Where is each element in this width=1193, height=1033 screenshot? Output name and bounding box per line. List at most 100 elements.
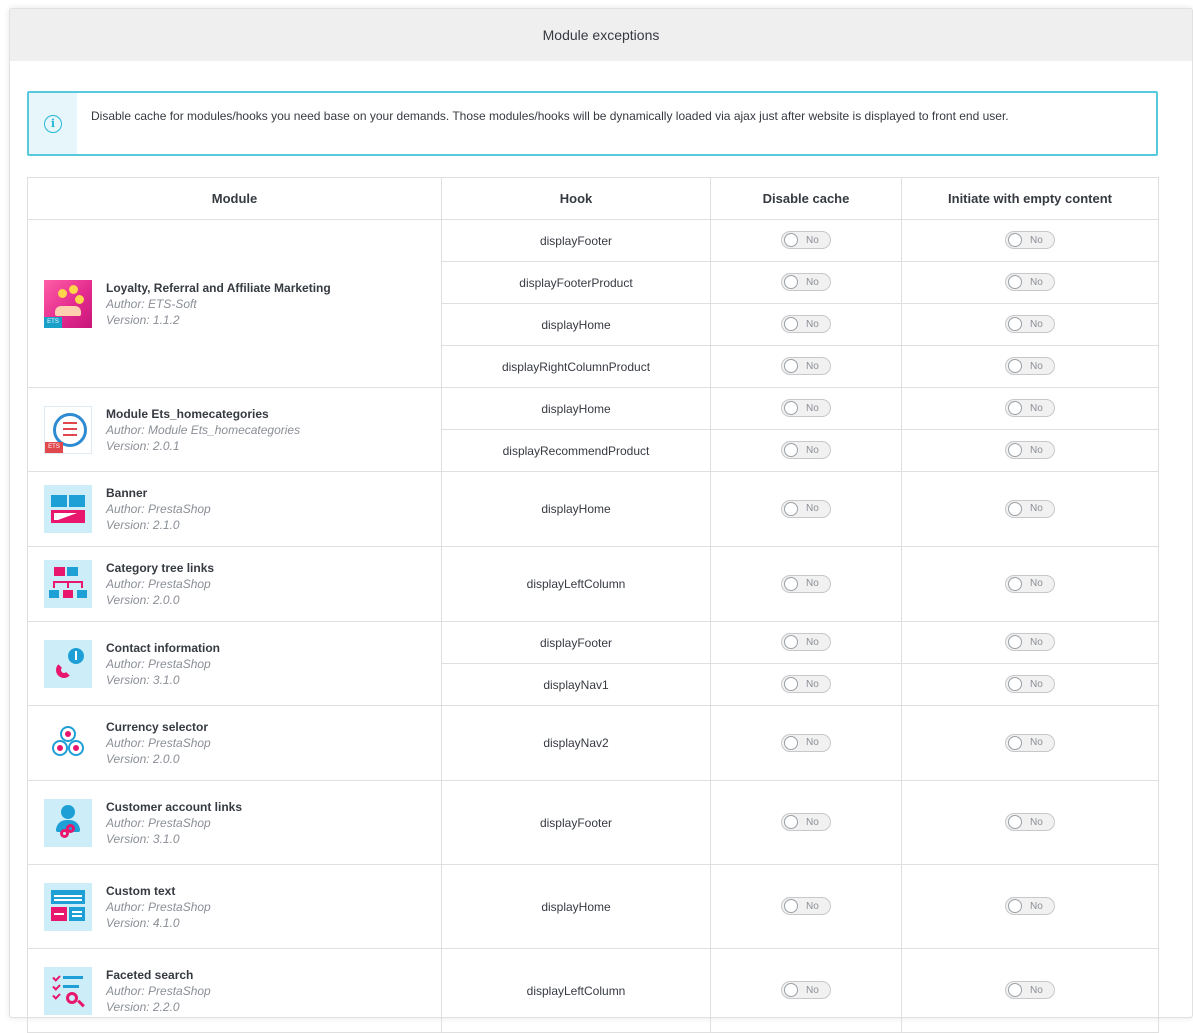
empty-content-toggle[interactable]: No xyxy=(1005,441,1055,459)
module-cell: ETS Loyalty, Referral and Affiliate Marke… xyxy=(27,219,442,388)
module-version: Version: 3.1.0 xyxy=(106,672,180,687)
column-header-disable-cache: Disable cache xyxy=(710,177,902,220)
toggle-label: No xyxy=(1030,900,1043,912)
toggle-knob xyxy=(784,359,798,373)
disable-cache-toggle[interactable]: No xyxy=(781,675,831,693)
hook-name: displayRecommendProduct xyxy=(441,429,711,472)
empty-content-toggle[interactable]: No xyxy=(1005,499,1055,518)
toggle-knob xyxy=(784,815,798,829)
module-name: Loyalty, Referral and Affiliate Marketin… xyxy=(106,280,331,295)
currency-icon xyxy=(44,719,92,767)
hook-name: displayLeftColumn xyxy=(441,546,711,622)
module-version: Version: 3.1.0 xyxy=(106,831,180,846)
banner-icon xyxy=(44,485,92,533)
empty-content-toggle[interactable]: No xyxy=(1005,733,1055,752)
module-author: Author: PrestaShop xyxy=(106,736,211,750)
disable-cache-cell: No xyxy=(710,303,902,346)
toggle-knob xyxy=(1008,815,1022,829)
empty-content-cell: No xyxy=(901,621,1159,664)
info-circle-icon: i xyxy=(44,114,62,133)
disable-cache-toggle[interactable]: No xyxy=(781,574,831,593)
toggle-label: No xyxy=(806,360,819,372)
table-row: Faceted search Author: PrestaShop Version:… xyxy=(27,948,1159,1033)
empty-content-toggle[interactable]: No xyxy=(1005,273,1055,291)
category-tree-icon xyxy=(44,560,92,608)
empty-content-cell: No xyxy=(901,663,1159,706)
toggle-label: No xyxy=(1030,444,1043,456)
module-version: Version: 1.1.2 xyxy=(106,312,180,327)
empty-content-toggle[interactable]: No xyxy=(1005,981,1055,999)
disable-cache-toggle[interactable]: No xyxy=(781,813,831,831)
toggle-knob xyxy=(1008,501,1022,516)
hook-name: displayRightColumnProduct xyxy=(441,345,711,388)
empty-content-toggle[interactable]: No xyxy=(1005,357,1055,375)
disable-cache-cell: No xyxy=(710,387,902,430)
empty-content-toggle[interactable]: No xyxy=(1005,399,1055,417)
empty-content-cell: No xyxy=(901,471,1159,547)
toggle-knob xyxy=(1008,443,1022,457)
toggle-knob xyxy=(784,983,798,997)
toggle-label: No xyxy=(1030,318,1043,330)
toggle-label: No xyxy=(1030,816,1043,828)
table-row: ETS Module Ets_homecategories Author: Modu… xyxy=(27,387,1159,472)
disable-cache-toggle[interactable]: No xyxy=(781,441,831,459)
disable-cache-toggle[interactable]: No xyxy=(781,499,831,518)
empty-content-toggle[interactable]: No xyxy=(1005,633,1055,651)
disable-cache-toggle[interactable]: No xyxy=(781,273,831,291)
empty-content-toggle[interactable]: No xyxy=(1005,315,1055,333)
disable-cache-toggle[interactable]: No xyxy=(781,315,831,333)
module-version: Version: 2.1.0 xyxy=(106,518,180,532)
alert-text: Disable cache for modules/hooks you need… xyxy=(91,109,1009,123)
module-author: Author: PrestaShop xyxy=(106,815,211,830)
module-cell: ETS Module Ets_homecategories Author: Modu… xyxy=(27,387,442,472)
disable-cache-toggle[interactable]: No xyxy=(781,357,831,375)
toggle-knob xyxy=(784,275,798,289)
module-version: Version: 2.0.0 xyxy=(106,752,180,766)
table-row: Currency selector Author: PrestaShop Versi… xyxy=(27,705,1159,781)
toggle-knob xyxy=(784,677,798,691)
empty-content-cell: No xyxy=(901,780,1159,865)
toggle-knob xyxy=(1008,677,1022,691)
toggle-label: No xyxy=(1030,737,1043,748)
toggle-label: No xyxy=(1030,578,1043,589)
toggle-label: No xyxy=(1030,503,1043,514)
toggle-label: No xyxy=(806,900,819,912)
disable-cache-toggle[interactable]: No xyxy=(781,231,831,249)
empty-content-toggle[interactable]: No xyxy=(1005,813,1055,831)
toggle-label: No xyxy=(806,318,819,330)
toggle-label: No xyxy=(806,503,819,514)
toggle-knob xyxy=(784,735,798,750)
disable-cache-toggle[interactable]: No xyxy=(781,399,831,417)
disable-cache-toggle[interactable]: No xyxy=(781,733,831,752)
disable-cache-toggle[interactable]: No xyxy=(781,633,831,651)
panel-title: Module exceptions xyxy=(10,9,1192,61)
disable-cache-toggle[interactable]: No xyxy=(781,897,831,915)
hook-name: displayFooterProduct xyxy=(441,261,711,304)
toggle-label: No xyxy=(1030,276,1043,288)
module-cell: Category tree links Author: PrestaShop Ver… xyxy=(27,546,442,622)
empty-content-toggle[interactable]: No xyxy=(1005,675,1055,693)
hook-name: displayLeftColumn xyxy=(441,948,711,1033)
toggle-knob xyxy=(784,443,798,457)
table-row: Category tree links Author: PrestaShop Ver… xyxy=(27,546,1159,622)
empty-content-cell: No xyxy=(901,429,1159,472)
disable-cache-cell: No xyxy=(710,705,902,781)
hook-name: displayFooter xyxy=(441,780,711,865)
empty-content-cell: No xyxy=(901,219,1159,262)
disable-cache-cell: No xyxy=(710,429,902,472)
toggle-label: No xyxy=(806,276,819,288)
empty-content-toggle[interactable]: No xyxy=(1005,897,1055,915)
module-version: Version: 2.0.0 xyxy=(106,593,180,607)
toggle-label: No xyxy=(806,984,819,996)
module-cell: Banner Author: PrestaShop Version: 2.1.0 xyxy=(27,471,442,547)
module-name: Contact information xyxy=(106,640,220,655)
module-author: Author: PrestaShop xyxy=(106,502,211,516)
empty-content-toggle[interactable]: No xyxy=(1005,574,1055,593)
empty-content-toggle[interactable]: No xyxy=(1005,231,1055,249)
module-name: Banner xyxy=(106,486,148,500)
disable-cache-toggle[interactable]: No xyxy=(781,981,831,999)
empty-content-cell: No xyxy=(901,546,1159,622)
toggle-knob xyxy=(1008,635,1022,649)
empty-content-cell: No xyxy=(901,345,1159,388)
module-exceptions-table: Module Hook Disable cache Initiate with … xyxy=(27,177,1159,1033)
